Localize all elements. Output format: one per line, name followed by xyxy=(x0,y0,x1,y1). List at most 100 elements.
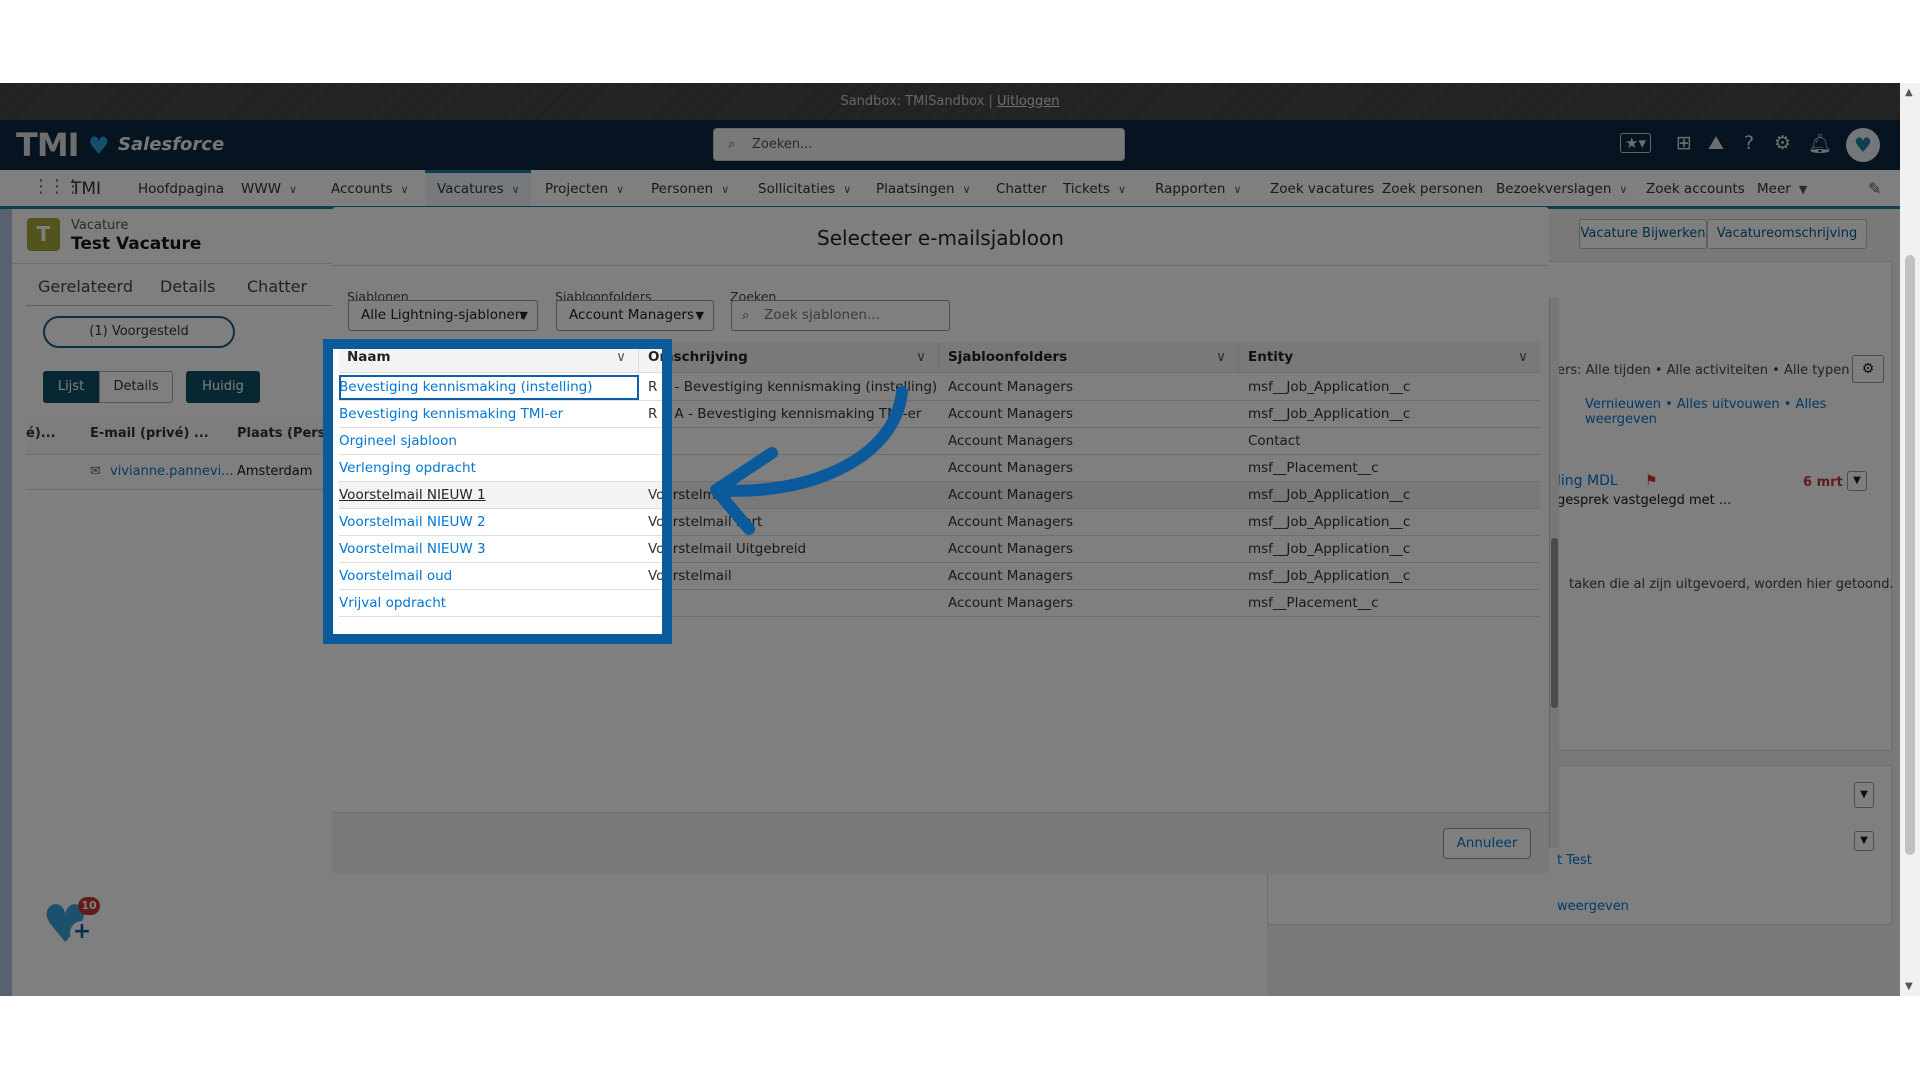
chevron-down-icon[interactable]: ∨ xyxy=(1233,183,1241,196)
scroll-up-arrow-icon[interactable]: ▲ xyxy=(1905,87,1913,98)
column-header-plaats[interactable]: Plaats (Perso xyxy=(237,426,334,441)
template-name-link[interactable]: Voorstelmail NIEUW 3 xyxy=(339,536,639,562)
chevron-down-icon[interactable]: ∨ xyxy=(1518,342,1528,373)
nav-item-chatter[interactable]: Chatter xyxy=(996,170,1047,206)
chevron-down-icon[interactable]: ∨ xyxy=(963,183,971,196)
utility-heart-button[interactable]: ♥ + 10 xyxy=(42,897,100,955)
column-header-entity[interactable]: Entity ∨ xyxy=(1239,342,1540,373)
chevron-down-icon[interactable]: ∨ xyxy=(289,183,297,196)
related-item-menu-chevron-down-icon[interactable]: ▼ xyxy=(1854,831,1874,851)
chevron-down-icon[interactable]: ▼ xyxy=(1799,183,1807,196)
chevron-down-icon[interactable]: ∨ xyxy=(843,183,851,196)
nav-item-zoek-personen[interactable]: Zoek personen xyxy=(1382,170,1483,206)
related-menu-chevron-down-icon[interactable]: ▼ xyxy=(1854,782,1874,808)
notifications-bell-icon[interactable]: 🔔︎ xyxy=(1808,132,1832,155)
nav-item-sollicitaties[interactable]: Sollicitaties ∨ xyxy=(758,170,851,206)
nav-item-bezoekverslagen[interactable]: Bezoekverslagen ∨ xyxy=(1496,170,1627,206)
scroll-down-arrow-icon[interactable]: ▼ xyxy=(1905,981,1913,992)
template-name-link[interactable]: Orgineel sjabloon xyxy=(339,428,639,454)
notification-badge: 10 xyxy=(78,897,100,915)
nav-item-hoofdpagina[interactable]: Hoofdpagina xyxy=(138,170,224,206)
table-row[interactable]: Bevestiging kennismaking (instelling) R 7… xyxy=(339,374,1540,401)
activity-title-link[interactable]: ling MDL xyxy=(1557,473,1618,489)
city-value: Amsterdam xyxy=(237,464,313,479)
nav-item-rapporten[interactable]: Rapporten ∨ xyxy=(1155,170,1242,206)
template-name-link[interactable]: Voorstelmail NIEUW 1 xyxy=(339,482,639,508)
cancel-button[interactable]: Annuleer xyxy=(1443,828,1531,859)
chevron-down-icon[interactable]: ∨ xyxy=(401,183,409,196)
nav-item-www[interactable]: WWW ∨ xyxy=(241,170,297,206)
chevron-down-icon[interactable]: ∨ xyxy=(916,342,926,373)
select-email-template-modal: Selecteer e-mailsjabloon Sjablonen Alle … xyxy=(332,207,1549,874)
chevron-down-icon[interactable]: ∨ xyxy=(616,342,626,373)
logout-link[interactable]: Uitloggen xyxy=(997,94,1060,109)
chevron-down-icon[interactable]: ∨ xyxy=(616,183,624,196)
nav-item-personen[interactable]: Personen ∨ xyxy=(651,170,729,206)
template-name-link[interactable]: Verlenging opdracht xyxy=(339,455,639,481)
template-name-link[interactable]: Voorstelmail oud xyxy=(339,563,639,589)
filter-settings-gear-icon[interactable]: ⚙ xyxy=(1852,355,1884,383)
column-header-naam[interactable]: Naam ∨ xyxy=(339,342,639,373)
filter-pill-voorgesteld[interactable]: (1) Voorgesteld xyxy=(43,316,235,348)
vacature-bijwerken-button[interactable]: Vacature Bijwerken xyxy=(1579,219,1707,249)
add-icon[interactable]: ⊞ xyxy=(1676,132,1692,154)
column-header-omschrijving[interactable]: Omschrijving ∨ xyxy=(639,342,939,373)
current-button[interactable]: Huidig xyxy=(186,371,260,403)
nav-item-meer[interactable]: Meer ▼ xyxy=(1757,170,1807,206)
chevron-down-icon[interactable]: ∨ xyxy=(512,183,520,196)
chevron-down-icon[interactable]: ∨ xyxy=(1118,183,1126,196)
chevron-down-icon[interactable]: ∨ xyxy=(1619,183,1627,196)
table-row[interactable]: Voorstelmail NIEUW 2 Voorstelmail kort Acc… xyxy=(339,509,1540,536)
view-list-button[interactable]: Lijst xyxy=(43,371,99,403)
template-name-link[interactable]: Bevestiging kennismaking TMI-er xyxy=(339,401,639,427)
activity-actions-links[interactable]: Vernieuwen • Alles uitvouwen • Alles wee… xyxy=(1585,397,1900,427)
chevron-down-icon[interactable]: ∨ xyxy=(1216,342,1226,373)
activity-menu-chevron-down-icon[interactable]: ▼ xyxy=(1847,471,1867,491)
scrollbar-thumb[interactable] xyxy=(1905,255,1915,855)
nav-item-label: Accounts xyxy=(331,181,393,197)
table-row[interactable]: Voorstelmail NIEUW 1 Voorstelmail Account … xyxy=(339,482,1540,509)
column-header[interactable]: é)... xyxy=(26,426,56,441)
table-row[interactable]: Voorstelmail NIEUW 3 Voorstelmail Uitgebr… xyxy=(339,536,1540,563)
chevron-down-icon[interactable]: ∨ xyxy=(721,183,729,196)
nav-item-plaatsingen[interactable]: Plaatsingen ∨ xyxy=(876,170,971,206)
vacatureomschrijving-button[interactable]: Vacatureomschrijving xyxy=(1707,219,1867,249)
email-link[interactable]: vivianne.pannevi... xyxy=(110,464,234,479)
nav-item-projecten[interactable]: Projecten ∨ xyxy=(545,170,624,206)
modal-footer: Annuleer xyxy=(332,812,1549,874)
page-scrollbar[interactable]: ▲ ▼ xyxy=(1900,83,1920,996)
table-row[interactable]: Vrijval opdracht Account Managers msf__Pla… xyxy=(339,590,1540,617)
related-item-link[interactable]: t Test xyxy=(1557,853,1592,868)
nav-item-vacatures[interactable]: Vacatures ∨ xyxy=(437,170,520,206)
nav-item-accounts[interactable]: Accounts ∨ xyxy=(331,170,409,206)
scrollbar-thumb[interactable] xyxy=(1551,538,1558,708)
view-all-link[interactable]: weergeven xyxy=(1557,899,1629,914)
tab-details[interactable]: Details xyxy=(160,277,215,296)
favorites-star-icon[interactable]: ★▾ xyxy=(1620,133,1651,153)
view-details-button[interactable]: Details xyxy=(99,371,173,403)
table-row[interactable]: Verlenging opdracht Account Managers msf__… xyxy=(339,455,1540,482)
setup-gear-icon[interactable]: ⚙ xyxy=(1774,132,1791,154)
table-row[interactable]: Voorstelmail oud Voorstelmail Account Mana… xyxy=(339,563,1540,590)
tab-gerelateerd[interactable]: Gerelateerd xyxy=(38,277,133,296)
help-icon[interactable]: ? xyxy=(1744,132,1754,154)
tab-chatter[interactable]: Chatter xyxy=(247,277,307,296)
template-search-input[interactable]: ⌕ Zoek sjablonen... xyxy=(731,300,950,331)
nav-item-tickets[interactable]: Tickets ∨ xyxy=(1063,170,1126,206)
global-search-input[interactable]: ⌕ Zoeken... xyxy=(713,128,1125,161)
folders-select[interactable]: Account Managers ▼ xyxy=(556,300,714,331)
table-row[interactable]: Orgineel sjabloon Account Managers Contact xyxy=(339,428,1540,455)
column-header-email[interactable]: E-mail (privé) ... xyxy=(90,426,209,441)
table-row[interactable]: Bevestiging kennismaking TMI-er R 7 A - B… xyxy=(339,401,1540,428)
template-name-link[interactable]: Vrijval opdracht xyxy=(339,590,639,616)
template-name-link[interactable]: Bevestiging kennismaking (instelling) xyxy=(339,375,639,400)
trailhead-icon[interactable]: ⛰ xyxy=(1708,132,1724,154)
nav-item-zoek-accounts[interactable]: Zoek accounts xyxy=(1646,170,1745,206)
edit-nav-pencil-icon[interactable]: ✎ xyxy=(1868,179,1881,198)
column-header-sjabloonfolders[interactable]: Sjabloonfolders ∨ xyxy=(939,342,1239,373)
templates-select[interactable]: Alle Lightning-sjablonen ▼ xyxy=(348,300,538,331)
modal-scrollbar[interactable] xyxy=(1549,298,1559,848)
avatar[interactable]: ♥ xyxy=(1846,128,1880,162)
nav-item-zoek-vacatures[interactable]: Zoek vacatures xyxy=(1270,170,1374,206)
template-name-link[interactable]: Voorstelmail NIEUW 2 xyxy=(339,509,639,535)
